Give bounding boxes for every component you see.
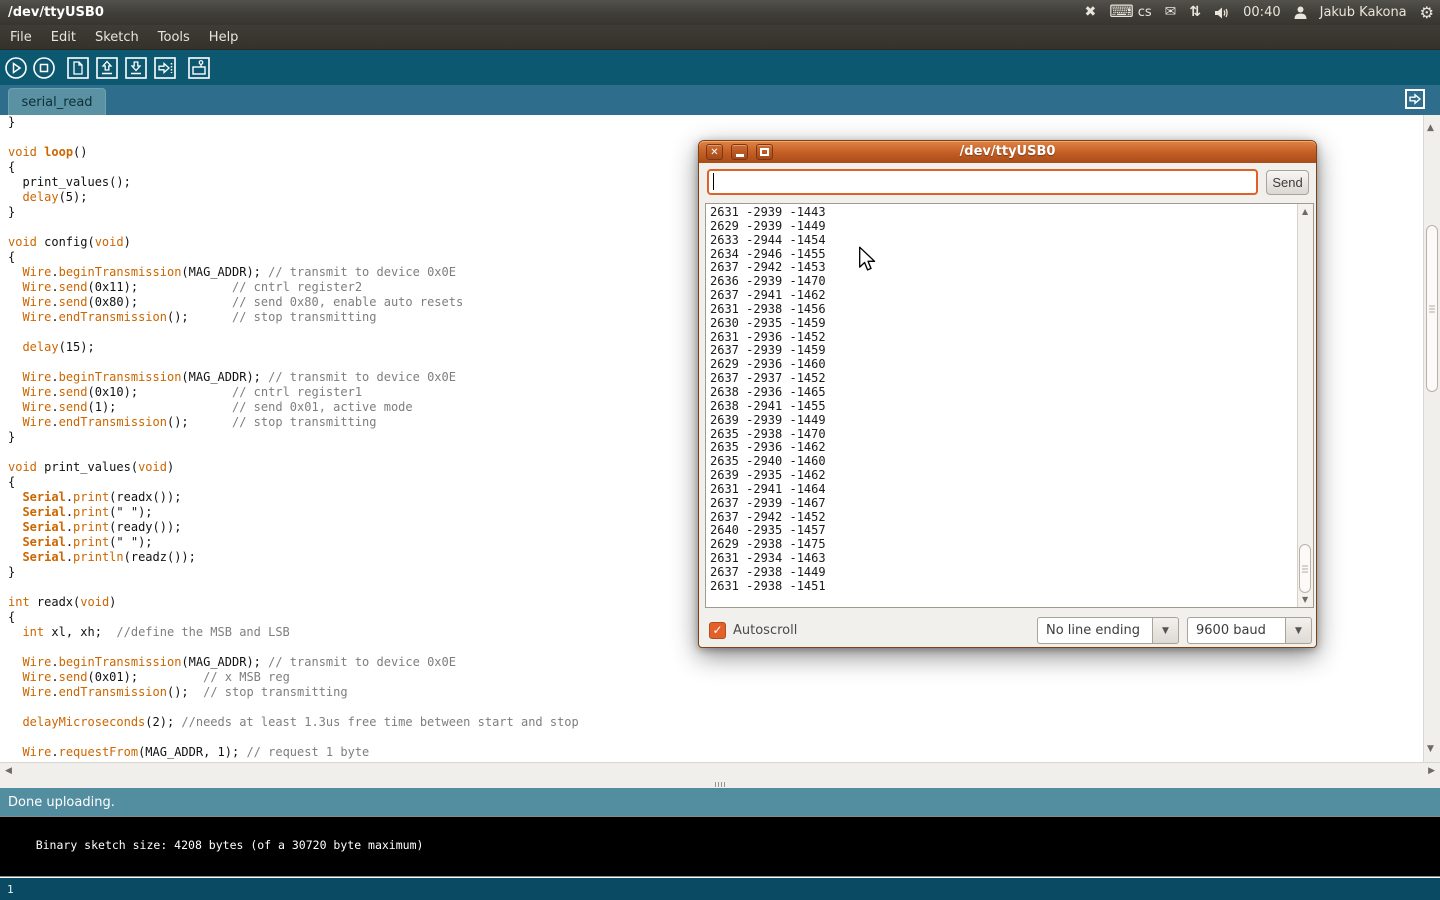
editor-scrollbar-thumb[interactable]	[1426, 225, 1438, 392]
mail-icon[interactable]: ✉	[1165, 0, 1177, 25]
thumb-grip	[1429, 305, 1435, 312]
serial-monitor-title: /dev/ttyUSB0	[699, 144, 1316, 159]
menu-help[interactable]: Help	[209, 30, 239, 45]
menu-tools[interactable]: Tools	[158, 30, 190, 45]
editor-code-text: } void loop(){ print_values(); delay(5);…	[8, 115, 579, 760]
new-sketch-button[interactable]	[66, 56, 90, 80]
network-arrows-icon[interactable]: ⇅	[1189, 0, 1201, 25]
autoscroll-label: Autoscroll	[733, 623, 797, 638]
dropdown-arrow-icon[interactable]: ▼	[1153, 617, 1179, 644]
keyboard-layout-indicator[interactable]: ⌨ cs	[1109, 0, 1151, 25]
text-caret	[713, 173, 714, 190]
clock[interactable]: 00:40	[1243, 5, 1280, 20]
autoscroll-checkbox[interactable]: ✓	[709, 622, 726, 639]
stop-button[interactable]	[32, 56, 56, 80]
thumb-grip	[1302, 565, 1308, 572]
line-number: 1	[7, 883, 14, 896]
scroll-right-arrow-icon[interactable]: ▶	[1428, 766, 1435, 776]
desktop-panel: /dev/ttyUSB0 ✖ ⌨ cs ✉ ⇅ 00:40	[0, 0, 1440, 25]
tab-serial-read[interactable]: serial_read	[8, 88, 106, 115]
serial-output-text: 2631 -2939 -1443 2629 -2939 -1449 2633 -…	[710, 206, 826, 594]
menu-sketch[interactable]: Sketch	[95, 30, 139, 45]
serial-send-input[interactable]	[707, 169, 1258, 195]
serial-monitor-window: ✕ /dev/ttyUSB0 Send 2631 -2939 -1443 262…	[698, 140, 1317, 648]
toolbar	[0, 50, 1440, 85]
serial-monitor-titlebar[interactable]: ✕ /dev/ttyUSB0	[699, 141, 1316, 163]
serial-scrollbar-thumb[interactable]	[1299, 544, 1311, 593]
dropdown-arrow-icon[interactable]: ▼	[1286, 617, 1312, 644]
session-gear-icon[interactable]: ⚙	[1420, 0, 1434, 25]
baud-rate-dropdown[interactable]: 9600 baud ▼	[1187, 617, 1312, 644]
status-message: Done uploading.	[8, 795, 115, 810]
serial-monitor-controls: ✓ Autoscroll No line ending ▼ 9600 baud …	[699, 614, 1316, 649]
window-title: /dev/ttyUSB0	[8, 5, 104, 20]
system-tray: ✖ ⌨ cs ✉ ⇅ 00:40 Jakub Kakona ⚙	[1084, 0, 1434, 25]
save-button[interactable]	[124, 56, 148, 80]
splitter-divider[interactable]	[0, 781, 1440, 788]
line-ending-value: No line ending	[1037, 617, 1153, 644]
scroll-left-arrow-icon[interactable]: ◀	[5, 766, 12, 776]
divider-grip	[715, 782, 725, 787]
scroll-down-arrow-icon[interactable]: ▼	[1302, 595, 1308, 604]
keyboard-layout-label: cs	[1138, 5, 1152, 20]
console-text: Binary sketch size: 4208 bytes (of a 307…	[36, 838, 424, 852]
line-ending-dropdown[interactable]: No line ending ▼	[1037, 617, 1179, 644]
tab-menu-button[interactable]	[1405, 89, 1425, 109]
serial-monitor-button[interactable]	[187, 56, 211, 80]
build-console: Binary sketch size: 4208 bytes (of a 307…	[0, 816, 1440, 877]
tab-label: serial_read	[21, 95, 92, 110]
username-label[interactable]: Jakub Kakona	[1320, 5, 1407, 20]
upload-button[interactable]	[153, 56, 177, 80]
keyboard-icon: ⌨	[1109, 0, 1134, 25]
menu-edit[interactable]: Edit	[51, 30, 76, 45]
status-bar: Done uploading.	[0, 788, 1440, 816]
tabbar: serial_read	[0, 85, 1440, 115]
verify-button[interactable]	[4, 56, 28, 80]
volume-icon[interactable]	[1214, 6, 1230, 20]
screen: /dev/ttyUSB0 ✖ ⌨ cs ✉ ⇅ 00:40	[0, 0, 1440, 900]
menu-file[interactable]: File	[10, 30, 32, 45]
open-button[interactable]	[95, 56, 119, 80]
editor-vertical-scrollbar[interactable]: ▲ ▼	[1423, 115, 1440, 762]
serial-output-scrollbar[interactable]: ▲ ▼	[1297, 204, 1313, 607]
send-button[interactable]: Send	[1266, 170, 1309, 195]
scroll-up-arrow-icon[interactable]: ▲	[1427, 123, 1434, 133]
user-icon	[1294, 6, 1307, 20]
mouse-cursor	[858, 246, 877, 276]
line-number-strip: 1	[0, 878, 1440, 900]
serial-output-area[interactable]: 2631 -2939 -1443 2629 -2939 -1449 2633 -…	[705, 203, 1314, 608]
baud-rate-value: 9600 baud	[1187, 617, 1286, 644]
scroll-down-arrow-icon[interactable]: ▼	[1427, 744, 1434, 754]
menubar: File Edit Sketch Tools Help	[0, 25, 1440, 50]
indicator-pinwheel-icon[interactable]: ✖	[1084, 0, 1096, 25]
scroll-up-arrow-icon[interactable]: ▲	[1302, 207, 1308, 216]
editor-horizontal-scrollbar[interactable]: ◀ ▶	[0, 762, 1440, 781]
